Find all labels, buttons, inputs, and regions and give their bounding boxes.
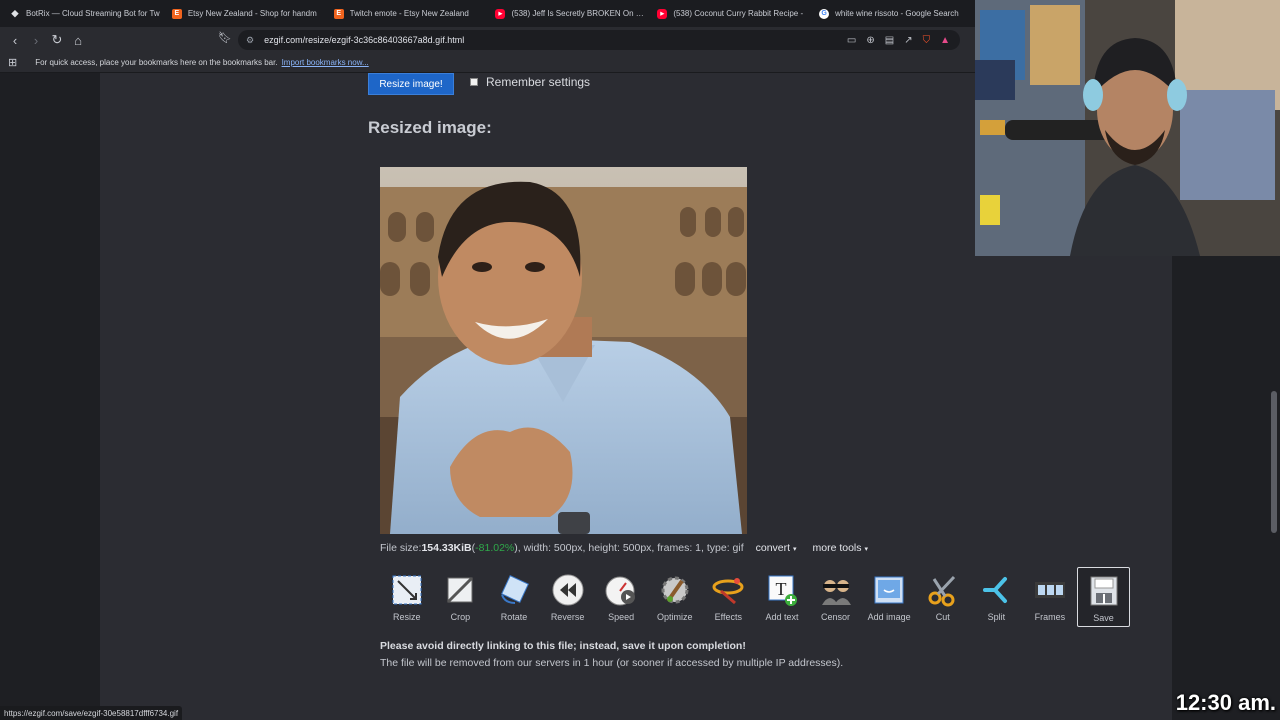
removal-notice: The file will be removed from our server… [380,657,844,669]
file-size-value: 154.33KiB [421,542,472,554]
chevron-down-icon: ▾ [864,546,868,553]
file-info-details: ), width: 500px, height: 500px, frames: … [514,542,744,554]
tool-reverse[interactable]: Reverse [541,567,595,627]
add-image-icon [874,576,904,604]
etsy-icon: E [333,8,344,19]
address-bar-icons: ▭ ⊕ ▤ ↗ ⛉ ▲ [847,30,950,50]
webcam-feed [975,0,1280,256]
resized-photo [380,167,747,534]
tool-bar: Resize Crop Rotate Reverse Speed Optimiz… [380,567,1131,627]
remember-settings-checkbox[interactable] [470,78,478,86]
tool-resize[interactable]: Resize [380,567,434,627]
remember-settings[interactable]: Remember settings [470,75,590,89]
cast-icon[interactable]: ▭ [847,35,856,46]
google-icon: G [819,8,830,19]
linking-notice: Please avoid directly linking to this fi… [380,640,746,652]
split-icon [983,577,1008,603]
bookmark-icon[interactable]: 🔖︎ [218,31,232,44]
censor-icon [821,580,851,605]
more-tools-dropdown[interactable]: more tools ▾ [809,542,872,554]
reader-icon[interactable]: ▤ [885,35,894,46]
browser-toolbar: ‹ › ↻ ⌂ 🔖︎ ⚙ ezgif.com/resize/ezgif-3c36… [0,27,975,53]
rotate-icon [501,575,529,604]
file-info: File size: 154.33KiB ( -81.02% ), width:… [380,542,872,554]
apps-grid-icon[interactable]: ⊞ [8,56,17,69]
tool-rotate[interactable]: Rotate [487,567,541,627]
brave-shield-icon[interactable]: ⛉ [923,35,931,46]
tool-add-image[interactable]: Add image [862,567,916,627]
chevron-down-icon: ▾ [792,546,797,553]
frames-icon [1034,582,1065,598]
tool-crop[interactable]: Crop [434,567,488,627]
stream-clock: 12:30 am. [1175,690,1276,715]
tab-title: (538) Jeff Is Secretly BROKEN On The [511,9,646,18]
back-icon[interactable]: ‹ [5,30,25,50]
tab-title: BotRix — Cloud Streaming Bot for Tw [26,9,160,18]
screen: ◆ BotRix — Cloud Streaming Bot for Tw E … [0,0,1280,720]
tab-etsy-shop[interactable]: E Etsy New Zealand - Shop for handm [166,0,328,27]
tab-title: white wine rissoto - Google Search [835,9,959,18]
effects-icon [712,578,744,605]
tool-optimize[interactable]: Optimize [648,567,702,627]
tool-effects[interactable]: Effects [702,567,756,627]
share-icon[interactable]: ↗ [904,35,912,46]
remember-settings-label: Remember settings [486,75,591,89]
etsy-icon: E [171,8,182,19]
youtube-icon: ▶ [657,8,668,19]
tab-title: Twitch emote - Etsy New Zealand [349,9,469,18]
status-bar-url: https://ezgif.com/save/ezgif-30e58817dff… [0,706,183,720]
url-text: ezgif.com/resize/ezgif-3c36c86403667a8d.… [264,35,465,45]
file-size-label: File size: [380,542,422,554]
tab-youtube-curry[interactable]: ▶ (538) Coconut Curry Rabbit Recipe - [651,0,813,27]
youtube-icon: ▶ [495,8,506,19]
home-icon[interactable]: ⌂ [68,30,88,50]
tool-split[interactable]: Split [970,567,1024,627]
tool-speed[interactable]: Speed [594,567,648,627]
bookmarks-bar: ⊞ For quick access, place your bookmarks… [0,53,975,73]
tab-strip: ◆ BotRix — Cloud Streaming Bot for Tw E … [0,0,975,27]
address-bar[interactable]: ⚙ ezgif.com/resize/ezgif-3c36c86403667a8… [238,30,960,50]
resize-icon [392,575,422,605]
tab-title: Etsy New Zealand - Shop for handm [187,9,317,18]
tool-save[interactable]: Save [1076,567,1131,627]
resized-image-heading: Resized image: [368,118,492,137]
size-reduction-percent: -81.02% [475,542,515,554]
bookmarks-hint: For quick access, place your bookmarks h… [35,58,278,67]
tool-cut[interactable]: Cut [916,567,970,627]
resize-image-button[interactable]: Resize image! [368,73,454,95]
brave-rewards-icon[interactable]: ▲ [940,35,950,46]
tab-google-search[interactable]: G white wine rissoto - Google Search [813,0,975,27]
tab-youtube-jeff[interactable]: ▶ (538) Jeff Is Secretly BROKEN On The [489,0,651,27]
import-bookmarks-link[interactable]: Import bookmarks now... [282,58,369,67]
scrollbar-thumb[interactable] [1271,391,1277,533]
optimize-icon [661,576,689,604]
site-info-icon[interactable]: ⚙ [246,35,254,46]
reload-icon[interactable]: ↻ [47,30,67,50]
reverse-icon [552,574,584,606]
speed-icon [605,576,636,606]
tool-censor[interactable]: Censor [809,567,863,627]
webcam-overlay [975,0,1280,256]
convert-dropdown[interactable]: convert ▾ [752,542,801,554]
tool-add-text[interactable]: T Add text [755,567,809,627]
botrix-icon: ◆ [11,8,19,18]
tab-title: (538) Coconut Curry Rabbit Recipe - [673,9,804,18]
svg-text:T: T [775,579,786,599]
convert-label: convert [755,542,791,554]
save-icon [1090,576,1118,606]
tab-botrix[interactable]: ◆ BotRix — Cloud Streaming Bot for Tw [4,0,166,27]
forward-icon[interactable]: › [26,30,46,50]
zoom-icon[interactable]: ⊕ [866,35,874,46]
add-text-icon: T [768,575,797,606]
tool-frames[interactable]: Frames [1023,567,1077,627]
resized-image[interactable] [380,167,747,534]
cut-icon [928,575,955,607]
crop-icon [447,576,474,604]
more-tools-label: more tools [812,542,862,554]
tab-etsy-emote[interactable]: E Twitch emote - Etsy New Zealand [328,0,490,27]
